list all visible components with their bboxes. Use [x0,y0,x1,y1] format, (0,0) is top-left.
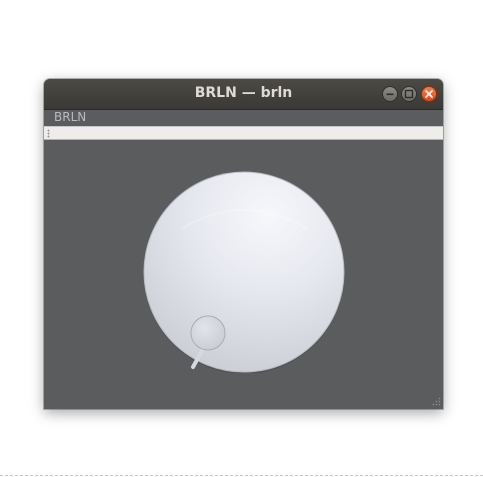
knob-panel [44,140,443,409]
drag-grip-icon[interactable] [47,129,50,138]
knob-position-dimple [190,315,226,351]
maximize-icon [404,89,414,99]
plugin-name-label: BRLN [54,110,87,124]
close-button[interactable] [421,86,437,102]
resize-grip-icon[interactable] [431,397,441,407]
minimize-icon [386,93,394,96]
minimize-button[interactable] [382,86,398,102]
plugin-window: BRLN — brln BRLN [44,79,443,409]
close-icon [425,90,433,98]
title-bar[interactable]: BRLN — brln [44,79,443,110]
desktop-edge-line [0,475,483,476]
rotary-knob[interactable] [143,171,345,373]
knob-face [143,171,345,373]
toolbar-strip [44,126,443,140]
maximize-button[interactable] [401,86,417,102]
